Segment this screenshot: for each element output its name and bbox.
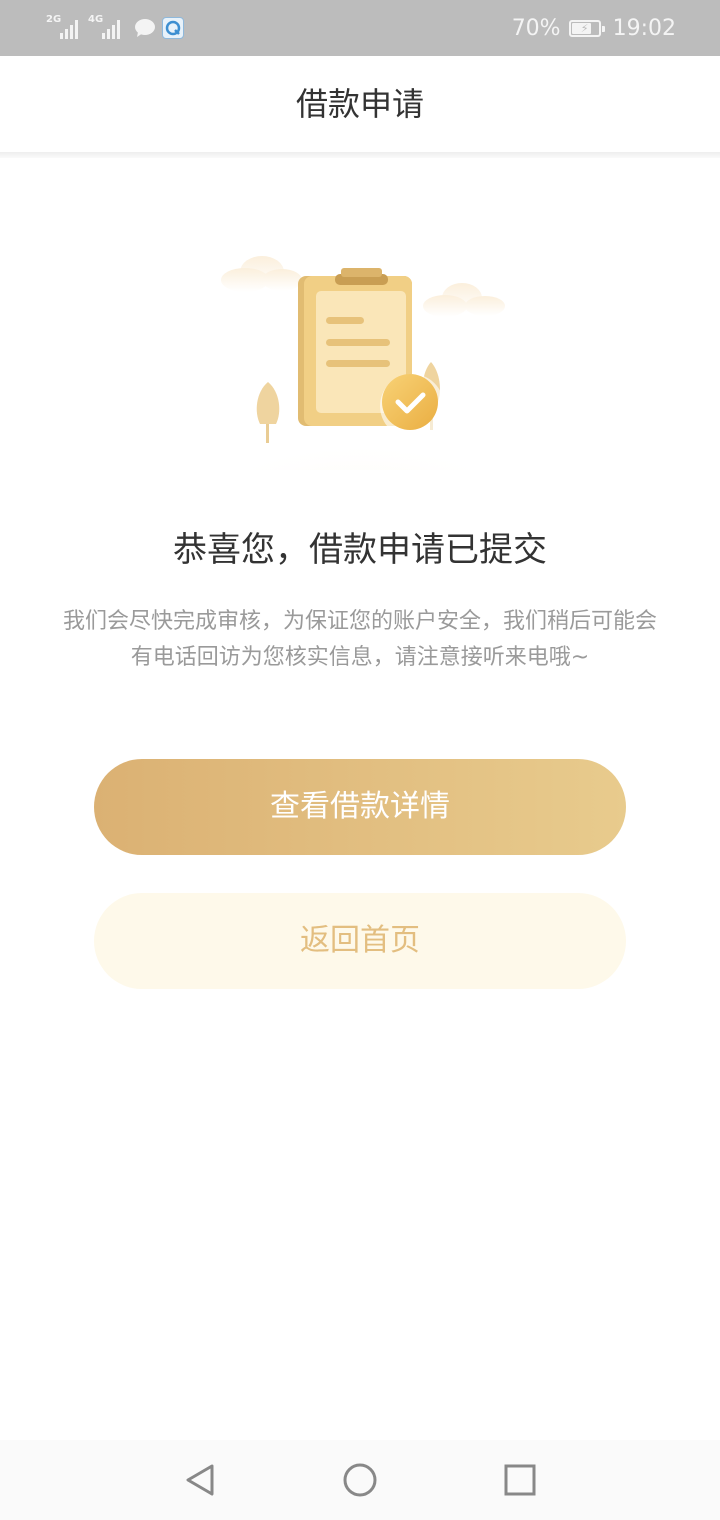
return-home-button[interactable]: 返回首页 (94, 893, 626, 989)
home-icon[interactable] (338, 1458, 382, 1502)
signal-icon: 4G (88, 13, 124, 43)
signal-icon: 2G (46, 13, 82, 43)
checkmark-icon (380, 374, 444, 438)
battery-icon: ⚡ (568, 19, 605, 37)
battery-percent: 70% (511, 15, 561, 41)
status-left: 2G 4G (46, 12, 184, 44)
clock: 19:02 (612, 15, 676, 41)
message-icon (135, 19, 155, 37)
app-notification-icon (162, 17, 184, 39)
cloud-icon (221, 256, 302, 292)
success-description: 我们会尽快完成审核，为保证您的账户安全，我们稍后可能会有电话回访为您核实信息，请… (62, 609, 657, 670)
navigation-header: 借款申请 (0, 56, 720, 152)
status-right: 70% ⚡ 19:02 (512, 12, 676, 44)
view-loan-details-button[interactable]: 查看借款详情 (94, 759, 626, 855)
page-title: 借款申请 (295, 85, 424, 123)
status-bar: 2G 4G 70% ⚡ 19:02 (0, 0, 720, 56)
back-icon[interactable] (178, 1458, 222, 1502)
cloud-icon (423, 283, 505, 317)
system-navigation-bar (0, 1440, 720, 1520)
recents-icon[interactable] (498, 1458, 542, 1502)
success-title: 恭喜您，借款申请已提交 (173, 530, 547, 570)
clipboard-success-illustration (210, 256, 510, 470)
screen: 2G 4G 70% ⚡ 19:02 借款申请 恭喜您，借款申请已提交 我们会尽快… (0, 0, 720, 1520)
header-divider (0, 152, 720, 158)
